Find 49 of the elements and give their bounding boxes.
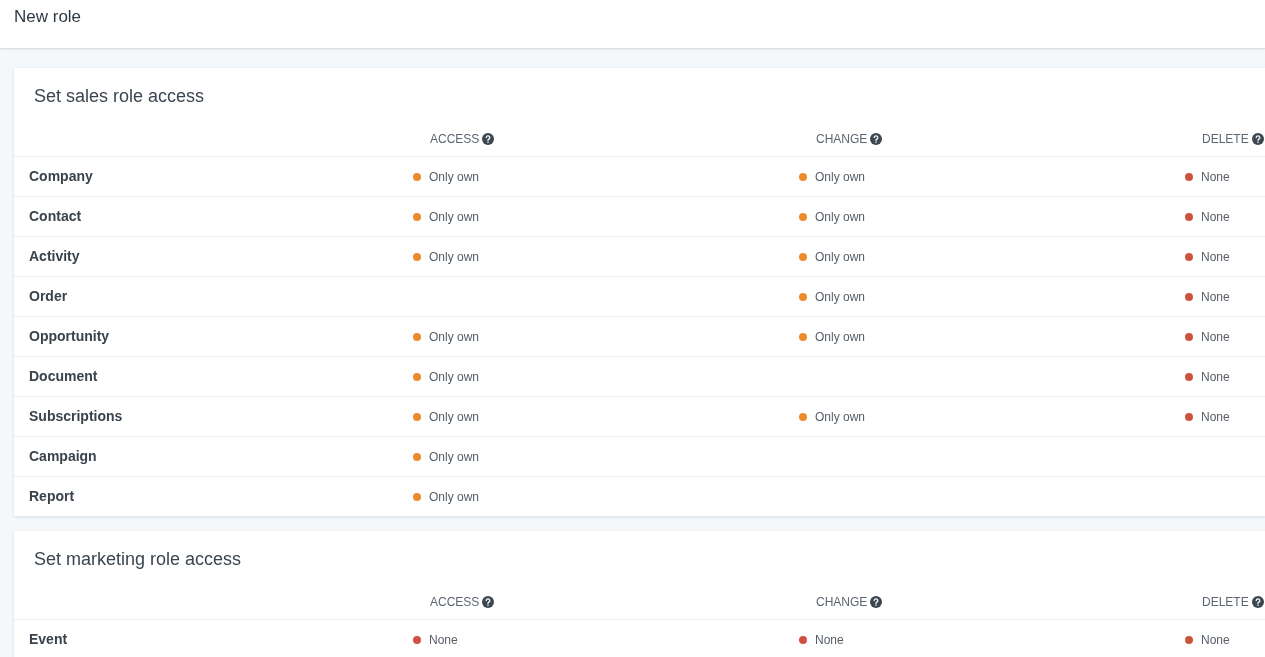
access-level-selector[interactable]: Only own (413, 208, 480, 225)
access-level-selector[interactable]: Only own (413, 408, 480, 425)
row-label: Subscriptions (28, 407, 123, 426)
access-level-selector[interactable]: None (1185, 631, 1230, 648)
column-header: CHANGE (816, 594, 868, 610)
access-level-selector[interactable]: Only own (413, 328, 480, 345)
card-title: Set marketing role access (33, 548, 243, 571)
access-level-selector[interactable]: Only own (413, 488, 480, 505)
row-label: Opportunity (28, 327, 110, 346)
access-level-selector[interactable]: Only own (413, 168, 480, 185)
help-icon[interactable] (870, 133, 883, 145)
access-level-selector[interactable]: Only own (799, 288, 866, 305)
access-level-selector[interactable]: Only own (413, 368, 480, 385)
page-title: New role (14, 6, 82, 28)
access-level-selector[interactable]: None (1185, 368, 1230, 385)
row-label: Campaign (28, 447, 97, 466)
access-level-selector[interactable]: Only own (799, 408, 866, 425)
access-level-selector[interactable]: Only own (799, 328, 866, 345)
column-header: ACCESS (430, 594, 480, 610)
column-header: CHANGE (816, 131, 868, 147)
help-icon[interactable] (482, 133, 495, 145)
column-header: DELETE (1202, 131, 1249, 147)
help-icon[interactable] (482, 596, 495, 608)
row-label: Document (28, 367, 98, 386)
access-level-selector[interactable]: Only own (799, 168, 866, 185)
access-level-selector[interactable]: None (1185, 208, 1230, 225)
card-title: Set sales role access (33, 85, 206, 108)
help-icon[interactable] (1251, 133, 1264, 145)
column-header: DELETE (1202, 594, 1249, 610)
access-level-selector[interactable]: None (1185, 408, 1230, 425)
row-label: Activity (28, 247, 80, 266)
access-level-selector[interactable]: None (799, 631, 844, 648)
help-icon[interactable] (1251, 596, 1264, 608)
access-level-selector[interactable]: Only own (799, 248, 866, 265)
access-level-selector[interactable]: None (1185, 288, 1230, 305)
access-level-selector[interactable]: Only own (413, 248, 480, 265)
row-label: Report (28, 487, 75, 506)
help-icon[interactable] (870, 596, 883, 608)
access-level-selector[interactable]: Only own (799, 208, 866, 225)
row-label: Order (28, 287, 68, 306)
row-label: Event (28, 630, 68, 649)
access-level-selector[interactable]: Only own (413, 448, 480, 465)
access-level-selector[interactable]: None (413, 631, 458, 648)
access-level-selector[interactable]: None (1185, 328, 1230, 345)
row-label: Company (28, 167, 93, 186)
access-level-selector[interactable]: None (1185, 168, 1230, 185)
column-header: ACCESS (430, 131, 480, 147)
row-label: Contact (28, 207, 82, 226)
access-level-selector[interactable]: None (1185, 248, 1230, 265)
